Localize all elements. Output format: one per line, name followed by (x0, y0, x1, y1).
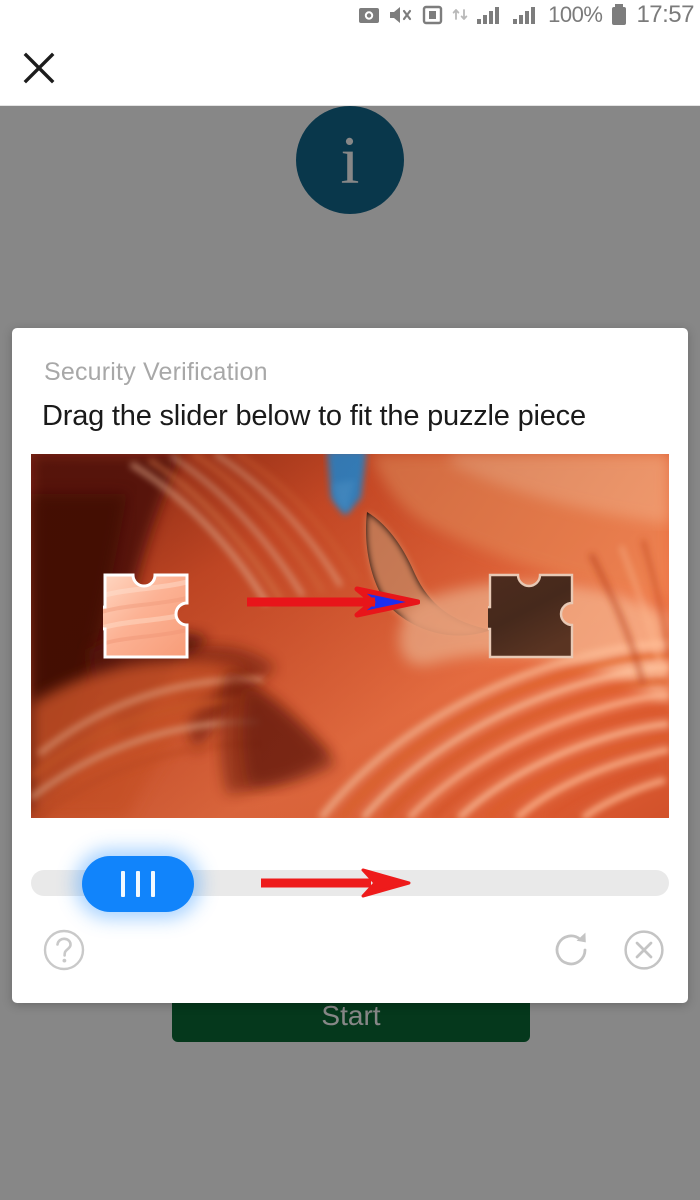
close-x-icon (23, 52, 55, 83)
drag-direction-arrow-icon (247, 586, 420, 618)
slider-grip-icon (136, 871, 140, 897)
puzzle-slot-icon (488, 573, 574, 659)
data-transfer-icon (452, 5, 468, 25)
status-bar: 100% 17:57 (0, 0, 700, 30)
captcha-dialog: Security Verification Drag the slider be… (12, 328, 688, 1003)
clock-label: 17:57 (636, 1, 694, 28)
captcha-footer (12, 920, 688, 1000)
puzzle-piece-icon (103, 573, 189, 659)
screen: 100% 17:57 Start i Security Verification… (0, 0, 700, 1200)
battery-percent-label: 100% (548, 2, 603, 27)
slider-hint-arrow-icon (261, 868, 411, 898)
app-header (0, 30, 700, 106)
captcha-slider[interactable] (31, 856, 669, 912)
captcha-instruction: Drag the slider below to fit the puzzle … (42, 400, 586, 432)
captcha-image (31, 454, 669, 818)
header-close-button[interactable] (8, 37, 70, 99)
captcha-title: Security Verification (44, 358, 268, 386)
refresh-icon[interactable] (552, 928, 596, 972)
signal-bars-1-icon (476, 5, 504, 25)
signal-bars-2-icon (512, 5, 540, 25)
sd-card-icon (422, 5, 444, 25)
slider-grip-icon (151, 871, 155, 897)
slider-grip-icon (121, 871, 125, 897)
help-question-icon[interactable] (42, 928, 86, 972)
close-circle-icon[interactable] (622, 928, 666, 972)
battery-full-icon (610, 4, 628, 26)
camera-icon (358, 5, 380, 25)
slider-handle[interactable] (82, 856, 194, 912)
mute-icon (388, 5, 414, 25)
